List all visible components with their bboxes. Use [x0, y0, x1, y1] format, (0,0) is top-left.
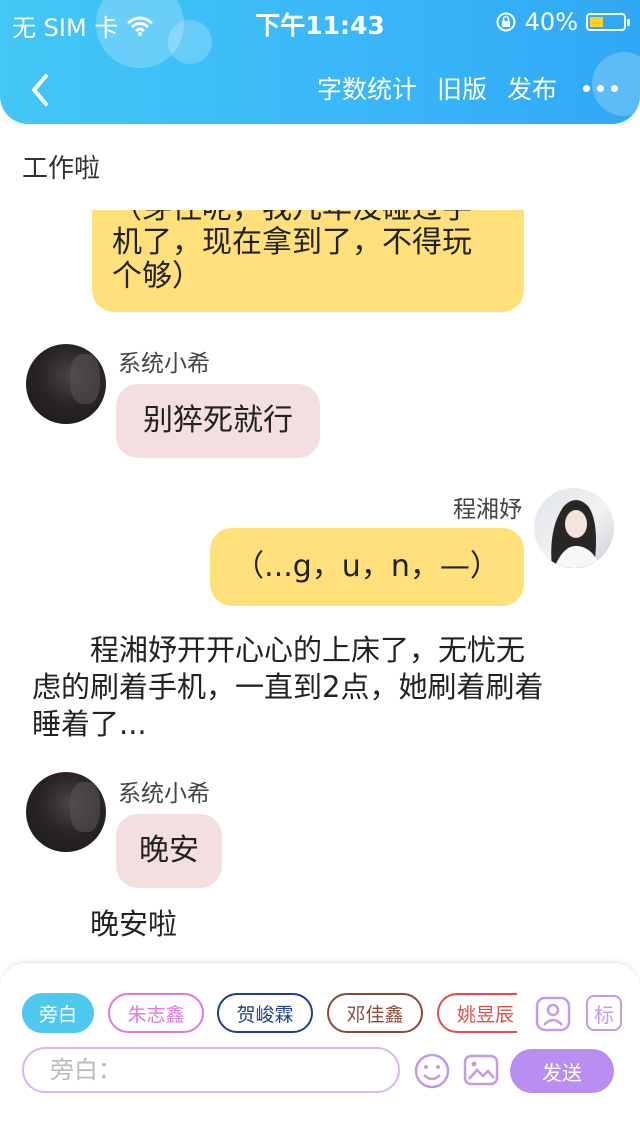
more-dots-icon[interactable] — [577, 84, 618, 92]
role-chip-narration[interactable]: 旁白 — [22, 993, 94, 1033]
speaker-name: 系统小希 — [118, 351, 210, 377]
old-version-button[interactable]: 旧版 — [437, 70, 487, 106]
tag-button[interactable]: 标 — [586, 995, 622, 1031]
narration-line: 晚安啦 — [32, 907, 178, 941]
chip-label: 贺峻霖 — [236, 1003, 294, 1026]
battery-percent: 40% — [524, 8, 578, 36]
speaker-name: 系统小希 — [118, 781, 210, 807]
narration-text[interactable]: 晚安啦 — [32, 906, 177, 943]
narration-line: 睡着了... — [32, 707, 147, 741]
message-text: 晚安 — [139, 833, 199, 868]
publish-button[interactable]: 发布 — [507, 70, 557, 106]
avatar[interactable] — [26, 344, 106, 424]
tag-label: 标 — [594, 1002, 614, 1027]
chip-label: 姚昱辰 — [457, 1003, 515, 1026]
narration-line: 虑的刷着手机，一直到2点，她刷着刷着 — [32, 670, 544, 704]
battery-icon — [586, 13, 630, 31]
top-header: 无 SIM 卡 下午11:43 40% 字数统计 旧版 发布 — [0, 0, 640, 124]
message-bubble[interactable]: 晚安 — [116, 814, 222, 888]
navbar: 字数统计 旧版 发布 — [0, 60, 640, 120]
message-bubble[interactable]: （芽住呢，我几年没碰过手 机了，现在拿到了，不得玩 个够） — [92, 210, 524, 312]
avatar[interactable] — [534, 488, 614, 568]
send-button[interactable]: 发送 — [510, 1049, 614, 1093]
chip-label: 朱志鑫 — [127, 1003, 185, 1026]
status-bar: 无 SIM 卡 下午11:43 40% — [0, 0, 640, 42]
portrait-image — [551, 500, 600, 568]
chip-label: 旁白 — [38, 1003, 77, 1026]
emoji-icon[interactable] — [412, 1051, 452, 1091]
chapter-title: 工作啦 — [22, 154, 101, 184]
message-line: 个够） — [112, 259, 202, 294]
message-line: 机了，现在拿到了，不得玩 — [112, 225, 472, 260]
role-chip[interactable]: 姚昱辰 — [437, 993, 517, 1033]
person-card-icon[interactable] — [534, 995, 572, 1033]
message-input[interactable]: 旁白： — [22, 1047, 400, 1093]
role-chip[interactable]: 邓佳鑫 — [327, 993, 423, 1033]
input-placeholder: 旁白： — [50, 1056, 122, 1084]
message-bubble[interactable]: 别猝死就行 — [116, 384, 320, 458]
narration-text[interactable]: 程湘妤开开心心的上床了，无忧无 虑的刷着手机，一直到2点，她刷着刷着 睡着了..… — [32, 632, 543, 743]
send-label: 发送 — [542, 1060, 582, 1085]
battery-fill — [590, 17, 603, 27]
composer-panel: 旁白 朱志鑫 贺峻霖 邓佳鑫 姚昱辰 标 旁白： 发送 — [0, 962, 640, 1137]
message-text: （...g，u，n，—） — [234, 549, 500, 584]
role-chip[interactable]: 贺峻霖 — [217, 993, 313, 1033]
message-text: 别猝死就行 — [143, 403, 293, 438]
narration-line: 程湘妤开开心心的上床了，无忧无 — [32, 633, 526, 667]
chip-label: 邓佳鑫 — [346, 1003, 404, 1026]
message-line: （芽住呢，我几年没碰过手 — [112, 210, 504, 226]
role-chip[interactable]: 朱志鑫 — [108, 993, 204, 1033]
message-bubble[interactable]: （...g，u，n，—） — [210, 528, 524, 606]
speaker-name: 程湘妤 — [453, 497, 522, 523]
word-count-button[interactable]: 字数统计 — [317, 70, 417, 106]
image-icon[interactable] — [462, 1051, 500, 1089]
chevron-left-icon[interactable] — [22, 70, 62, 110]
rotation-lock-icon — [496, 12, 516, 32]
avatar[interactable] — [26, 772, 106, 852]
story-content[interactable]: （芽住呢，我几年没碰过手 机了，现在拿到了，不得玩 个够） 系统小希 别猝死就行… — [0, 210, 640, 962]
